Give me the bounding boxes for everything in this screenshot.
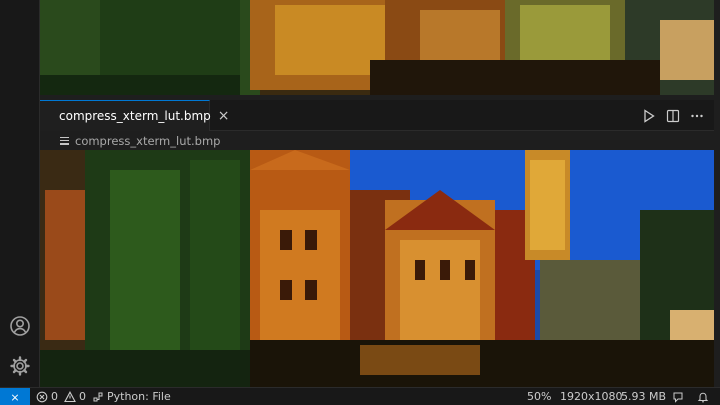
dimensions-label: 1920x1080 bbox=[560, 390, 623, 403]
image-preview[interactable] bbox=[40, 150, 714, 387]
editor-group-top bbox=[40, 0, 714, 95]
feedback-button[interactable] bbox=[672, 388, 684, 405]
file-size-label: 5.93 MB bbox=[621, 390, 667, 403]
close-icon[interactable]: × bbox=[218, 108, 230, 124]
language-mode-label: Python: File bbox=[107, 390, 171, 403]
activity-bar bbox=[0, 0, 40, 387]
breadcrumb-file-label: compress_xterm_lut.bmp bbox=[75, 133, 221, 148]
account-button[interactable] bbox=[0, 306, 40, 346]
run-icon bbox=[644, 108, 655, 123]
file-icon bbox=[60, 136, 69, 145]
bmp-image bbox=[40, 150, 714, 387]
error-count: 0 bbox=[51, 390, 58, 403]
editor-actions bbox=[640, 100, 714, 131]
split-editor-icon bbox=[666, 109, 680, 122]
tab-label: compress_xterm_lut.bmp bbox=[59, 109, 211, 123]
image-dimensions: 1920x1080 bbox=[560, 388, 623, 405]
status-bar: ⨯ 0 0 Python: File 50% 1920x1080 5.93 MB bbox=[0, 387, 720, 405]
split-editor-button[interactable] bbox=[664, 107, 682, 125]
tab-compress-xterm-lut[interactable]: compress_xterm_lut.bmp × bbox=[40, 100, 230, 131]
feedback-icon bbox=[673, 392, 683, 403]
breadcrumb-file[interactable]: compress_xterm_lut.bmp bbox=[60, 134, 220, 148]
problems-indicator[interactable]: 0 0 bbox=[36, 388, 86, 405]
python-icon bbox=[93, 392, 103, 401]
breadcrumb: compress_xterm_lut.bmp bbox=[40, 131, 714, 150]
image-preview-top bbox=[40, 0, 714, 95]
zoom-label: 50% bbox=[527, 390, 552, 403]
zoom-level[interactable]: 50% bbox=[527, 388, 551, 405]
warning-icon bbox=[64, 390, 76, 402]
image-file-size: 5.93 MB bbox=[621, 388, 666, 405]
manage-gear-icon bbox=[10, 356, 30, 376]
more-actions-icon bbox=[691, 114, 703, 117]
more-actions-button[interactable] bbox=[688, 107, 706, 125]
manage-button[interactable] bbox=[0, 346, 40, 386]
language-mode[interactable]: Python: File bbox=[92, 388, 171, 405]
notifications-button[interactable] bbox=[697, 388, 709, 405]
run-button[interactable] bbox=[640, 107, 658, 125]
error-icon bbox=[36, 391, 48, 402]
scrollbar[interactable] bbox=[714, 0, 720, 387]
bell-icon bbox=[697, 392, 709, 402]
account-icon bbox=[10, 316, 30, 336]
editor-group-bottom: compress_xterm_lut.bmp × compress_xterm_… bbox=[40, 100, 714, 387]
warning-count: 0 bbox=[79, 390, 86, 403]
remote-indicator[interactable]: ⨯ bbox=[0, 388, 30, 405]
tab-bar: compress_xterm_lut.bmp × bbox=[40, 100, 714, 131]
remote-icon: ⨯ bbox=[10, 390, 20, 404]
